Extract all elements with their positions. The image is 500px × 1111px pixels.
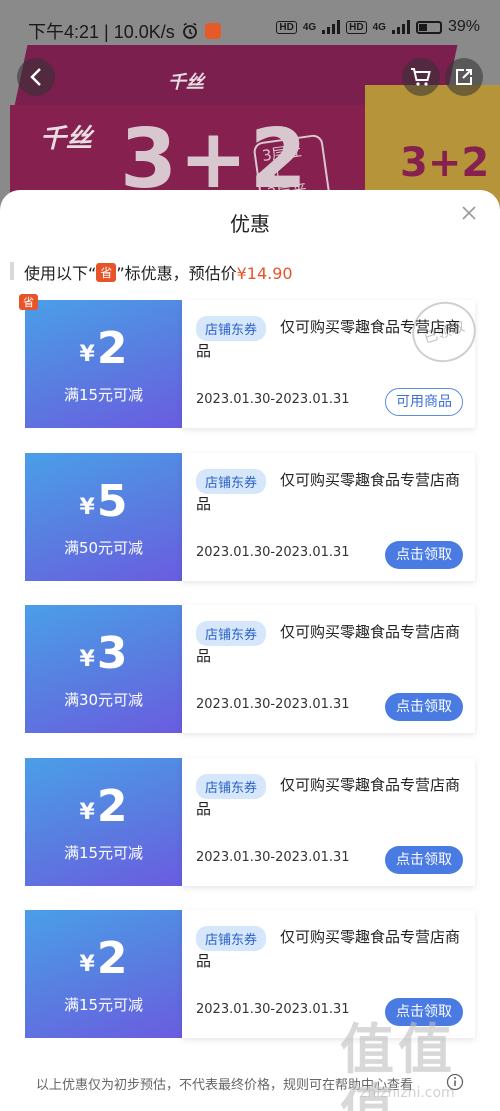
- coupon-condition: 满15元可减: [63, 386, 144, 404]
- network-4g-2: 4G: [372, 21, 386, 33]
- cart-icon: [411, 68, 431, 86]
- coupon-description: 仅可购买零趣食品专营店商品: [196, 471, 461, 513]
- product-logo-top: 千丝: [168, 72, 204, 93]
- coupon-detail-panel: 店铺东券 仅可购买零趣食品专营店商品 2023.01.30-2023.01.31…: [182, 453, 475, 581]
- coupon-value-panel: ¥3 满30元可减: [19, 605, 182, 733]
- signal-icon-2: [391, 20, 410, 34]
- close-icon[interactable]: [458, 202, 480, 224]
- claim-button[interactable]: 点击领取: [385, 693, 463, 721]
- status-bar: 下午4:21 | 10.0K/s HD 4G HD 4G 39%: [0, 0, 500, 58]
- network-4g-1: 4G: [302, 21, 317, 33]
- coupon-amount: ¥2: [79, 323, 128, 374]
- hd-badge-1: HD: [276, 20, 297, 34]
- summary-bar: [10, 262, 14, 280]
- sheet-title: 优惠: [230, 212, 270, 236]
- coupon-description: 仅可购买零趣食品专营店商品: [196, 928, 461, 970]
- coupon-date: 2023.01.30-2023.01.31: [196, 1002, 350, 1017]
- coupon-detail-panel: 店铺东券 仅可购买零趣食品专营店商品 2023.01.30-2023.01.31…: [182, 605, 475, 733]
- coupon-condition: 满50元可减: [63, 539, 144, 557]
- summary-middle: ”标优惠，预估价: [116, 264, 237, 283]
- product-logo: 千丝: [40, 124, 93, 154]
- product-side-text: 3+2: [400, 140, 490, 186]
- coupon-condition: 满15元可减: [63, 996, 144, 1014]
- alarm-clock-icon: [182, 22, 197, 39]
- coupon-amount: ¥5: [79, 476, 128, 527]
- coupon-date: 2023.01.30-2023.01.31: [196, 850, 350, 865]
- coupon-sheet: 优惠 使用以下“ 省 ”标优惠，预估价¥14.90 省 ¥2 满15元可减 已领取 …: [0, 190, 500, 1111]
- claim-button[interactable]: 点击领取: [385, 846, 463, 874]
- save-corner-tag: 省: [19, 294, 38, 310]
- battery-percent: 39%: [447, 18, 480, 35]
- coupon-description: 仅可购买零趣食品专营店商品: [196, 776, 461, 818]
- site-watermark-url: zhizhizhi.com: [360, 1085, 455, 1101]
- summary-prefix: 使用以下“: [24, 264, 97, 283]
- coupon-date: 2023.01.30-2023.01.31: [196, 392, 350, 407]
- estimated-price: ¥14.90: [236, 264, 293, 283]
- signal-icon-1: [322, 20, 341, 34]
- coupon-detail-panel: 店铺东券 仅可购买零趣食品专营店商品 2023.01.30-2023.01.31…: [182, 758, 475, 886]
- coupon-value-panel: ¥2 满15元可减: [19, 300, 182, 428]
- coupon-amount: ¥2: [79, 933, 128, 984]
- coupon-condition: 满30元可减: [63, 691, 144, 709]
- price-summary: 使用以下“ 省 ”标优惠，预估价¥14.90: [24, 260, 293, 284]
- share-button[interactable]: [445, 58, 483, 96]
- coupon-amount: ¥2: [79, 781, 128, 832]
- coupon-value-panel: ¥5 满50元可减: [19, 453, 182, 581]
- battery-icon: [415, 20, 442, 34]
- coupon-card: ¥5 满50元可减 店铺东券 仅可购买零趣食品专营店商品 2023.01.30-…: [19, 453, 475, 581]
- save-tag: 省: [96, 263, 117, 282]
- coupon-date: 2023.01.30-2023.01.31: [196, 697, 350, 712]
- coupon-date: 2023.01.30-2023.01.31: [196, 545, 350, 560]
- product-tag-line1: 3层吐司: [260, 141, 303, 184]
- coupon-card: 省 ¥2 满15元可减 已领取 店铺东券 仅可购买零趣食品专营店商品 2023.…: [19, 293, 484, 428]
- coupon-card: ¥3 满30元可减 店铺东券 仅可购买零趣食品专营店商品 2023.01.30-…: [19, 605, 475, 733]
- coupon-description: 仅可购买零趣食品专营店商品: [196, 623, 461, 665]
- cart-button[interactable]: [402, 58, 440, 96]
- hd-badge-2: HD: [346, 20, 367, 34]
- claim-button[interactable]: 点击领取: [385, 541, 463, 569]
- coupon-condition: 满15元可减: [63, 844, 144, 862]
- status-time-speed: 下午4:21 | 10.0K/s: [28, 22, 175, 42]
- available-products-button[interactable]: 可用商品: [385, 388, 463, 416]
- coupon-detail-panel: 已领取 店铺东券 仅可购买零趣食品专营店商品 2023.01.30-2023.0…: [182, 293, 484, 428]
- coupon-value-panel: ¥2 满15元可减: [19, 758, 182, 886]
- back-arrow-icon: [30, 68, 41, 86]
- app-notification-icon: [204, 23, 221, 39]
- coupon-value-panel: ¥2 满15元可减: [19, 910, 182, 1038]
- back-button[interactable]: [17, 58, 55, 96]
- coupon-description: 仅可购买零趣食品专营店商品: [196, 318, 461, 360]
- coupon-amount: ¥3: [79, 628, 128, 679]
- coupon-card: ¥2 满15元可减 店铺东券 仅可购买零趣食品专营店商品 2023.01.30-…: [19, 758, 475, 886]
- share-icon: [456, 69, 472, 85]
